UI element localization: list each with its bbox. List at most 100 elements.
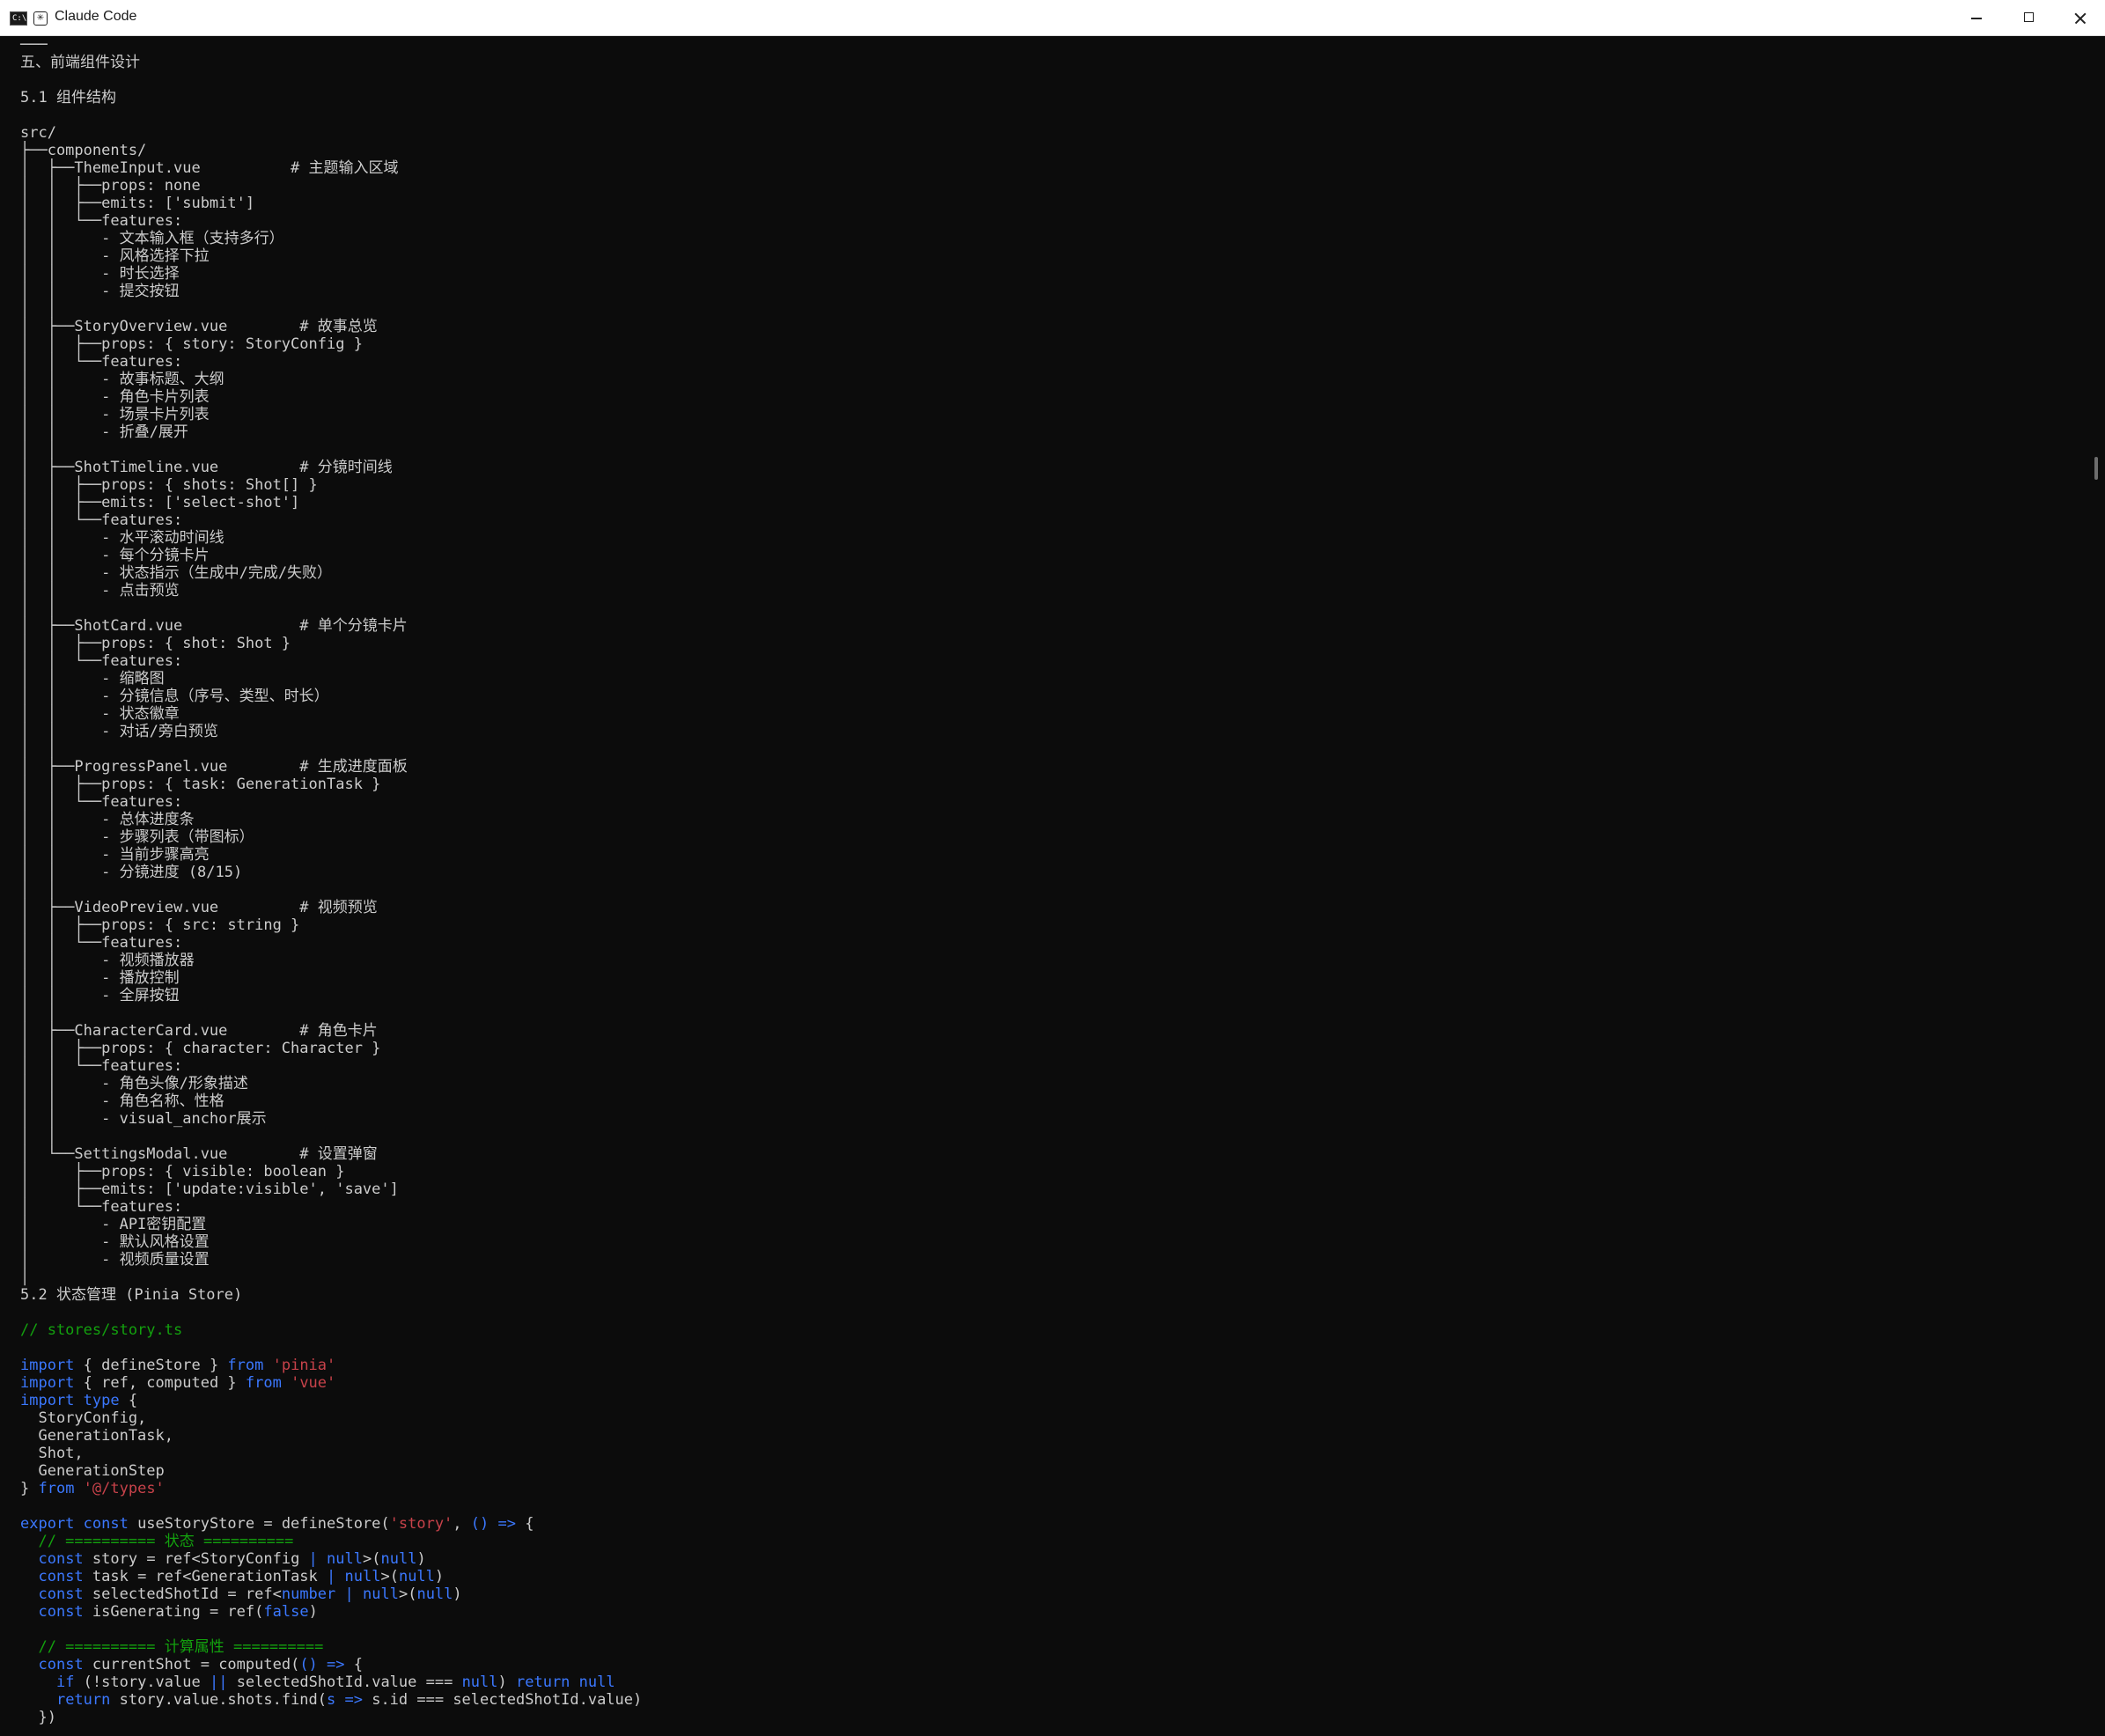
- minimize-button[interactable]: [1951, 0, 2000, 36]
- terminal-line: │ │ - visual_anchor展示: [20, 1110, 642, 1128]
- terminal-line: src/: [20, 124, 642, 142]
- close-button[interactable]: [2055, 0, 2104, 36]
- code-token: null: [380, 1550, 417, 1568]
- code-token: │ │ - 角色名称、性格: [20, 1092, 224, 1110]
- terminal-line: │ │ - 文本输入框（支持多行）: [20, 230, 642, 247]
- terminal-line: } from '@/types': [20, 1480, 642, 1497]
- terminal-line: │ │ - 故事标题、大纲: [20, 371, 642, 388]
- code-token: ): [308, 1603, 318, 1621]
- terminal-line: const task = ref<GenerationTask | null>(…: [20, 1568, 642, 1585]
- terminal-line: │ │ - 点击预览: [20, 582, 642, 600]
- code-token: // ========== 状态 ==========: [20, 1533, 294, 1550]
- code-token: selectedShotId.value ===: [227, 1673, 462, 1691]
- terminal-line: │ │ - 折叠/展开: [20, 423, 642, 441]
- code-token: }: [20, 1480, 39, 1497]
- code-token: null: [327, 1550, 363, 1568]
- code-token: │ ├──CharacterCard.vue # 角色卡片: [20, 1022, 378, 1040]
- terminal-line: │ │ - 全屏按钮: [20, 987, 642, 1004]
- terminal-line: │ │: [20, 600, 642, 617]
- terminal-line: │ │ - 步骤列表（带图标）: [20, 828, 642, 846]
- code-token: │ │ - visual_anchor展示: [20, 1110, 267, 1128]
- scrollbar-thumb[interactable]: [2094, 457, 2098, 480]
- code-token: ||: [209, 1673, 228, 1691]
- code-token: {: [515, 1515, 534, 1533]
- code-token: │ │ ├──emits: ['select-shot']: [20, 494, 300, 511]
- maximize-button[interactable]: [2004, 0, 2053, 36]
- code-token: Shot,: [20, 1445, 84, 1462]
- code-token: 'vue': [281, 1374, 336, 1392]
- terminal-line: │ │ └──features:: [20, 212, 642, 230]
- code-token: │ │ - 时长选择: [20, 265, 180, 283]
- code-token: {: [119, 1392, 138, 1409]
- code-token: │ ├──emits: ['update:visible', 'save']: [20, 1181, 399, 1198]
- code-token: const: [38, 1656, 84, 1673]
- code-token: { defineStore }: [74, 1357, 228, 1374]
- code-token: │ │ - 分镜信息（序号、类型、时长）: [20, 688, 329, 705]
- code-token: GenerationTask,: [20, 1427, 173, 1445]
- terminal-line: // ========== 计算属性 ==========: [20, 1638, 642, 1656]
- code-token: ): [453, 1585, 462, 1603]
- code-token: │ │ - 水平滚动时间线: [20, 529, 224, 547]
- terminal-line: │ │ └──features:: [20, 511, 642, 529]
- terminal-line: 五、前端组件设计: [20, 54, 642, 71]
- terminal-line: ───: [20, 36, 642, 54]
- terminal-output[interactable]: ─── 五、前端组件设计 5.1 组件结构 src/├──components/│ ├…: [0, 36, 2088, 1736]
- code-token: │ │: [20, 740, 56, 758]
- terminal-line: │ │ └──features:: [20, 353, 642, 371]
- code-token: null: [363, 1585, 399, 1603]
- code-token: null: [461, 1673, 498, 1691]
- code-token: return null: [516, 1673, 615, 1691]
- code-token: │ - 默认风格设置: [20, 1233, 210, 1251]
- code-token: │ │: [20, 1128, 56, 1145]
- terminal-line: │ ├──ThemeInput.vue # 主题输入区域: [20, 159, 642, 177]
- code-token: 'story': [389, 1515, 453, 1533]
- code-token: null: [416, 1585, 453, 1603]
- terminal-line: │ │ - 状态指示（生成中/完成/失败）: [20, 564, 642, 582]
- code-token: │ │ - 当前步骤高亮: [20, 846, 210, 864]
- terminal-line: │ ├──CharacterCard.vue # 角色卡片: [20, 1022, 642, 1040]
- code-token: export const: [20, 1515, 129, 1533]
- vertical-scrollbar[interactable]: [2090, 36, 2105, 1736]
- code-token: GenerationStep: [20, 1462, 165, 1480]
- claude-asterisk-icon: ✳: [33, 11, 48, 26]
- code-token: useStoryStore = defineStore(: [128, 1515, 390, 1533]
- code-token: │ - 视频质量设置: [20, 1251, 210, 1269]
- terminal-line: │ │ - 提交按钮: [20, 283, 642, 300]
- code-token: │ │ └──features:: [20, 934, 183, 952]
- code-token: import: [20, 1357, 75, 1374]
- terminal-line: │ │ - 状态徽章: [20, 705, 642, 723]
- terminal-line: │ │ - 分镜信息（序号、类型、时长）: [20, 688, 642, 705]
- code-token: from: [227, 1357, 264, 1374]
- code-token: │ │ - 状态徽章: [20, 705, 180, 723]
- code-token: │ │ - 风格选择下拉: [20, 247, 210, 265]
- terminal-line: ├──components/: [20, 142, 642, 159]
- code-token: │ │: [20, 441, 56, 459]
- window-title: Claude Code: [55, 9, 137, 24]
- code-token: │ ├──ShotCard.vue # 单个分镜卡片: [20, 617, 408, 635]
- terminal-line: const story = ref<StoryConfig | null>(nu…: [20, 1550, 642, 1568]
- code-token: │ ├──ProgressPanel.vue # 生成进度面板: [20, 758, 408, 776]
- terminal-line: │ │ - 对话/旁白预览: [20, 723, 642, 740]
- code-token: │ │: [20, 600, 56, 617]
- terminal-line: │ │ └──features:: [20, 934, 642, 952]
- terminal-line: │ │ - 分镜进度 (8/15): [20, 864, 642, 881]
- code-token: }): [20, 1709, 56, 1726]
- terminal-line: │ ├──props: { visible: boolean }: [20, 1163, 642, 1181]
- code-token: │ │ ├──props: none: [20, 177, 201, 195]
- terminal-line: │ ├──StoryOverview.vue # 故事总览: [20, 318, 642, 335]
- terminal-line: │ │ - 风格选择下拉: [20, 247, 642, 265]
- terminal-line: const currentShot = computed(() => {: [20, 1656, 642, 1673]
- terminal-line: │ - 视频质量设置: [20, 1251, 642, 1269]
- code-token: │ │ - 总体进度条: [20, 811, 195, 828]
